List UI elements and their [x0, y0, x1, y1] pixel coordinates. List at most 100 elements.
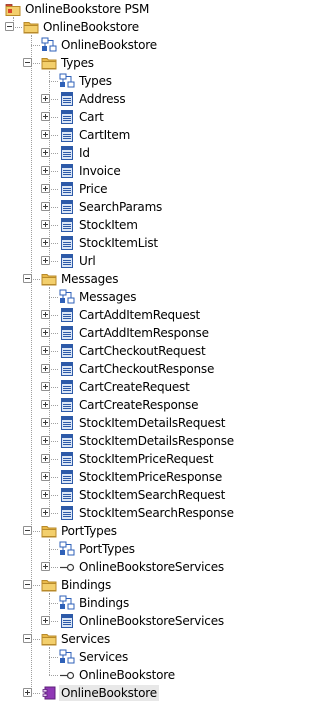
tree-item[interactable]: StockItemSearchRequest [0, 486, 261, 504]
tree-item[interactable]: Types [0, 72, 261, 90]
folder-icon [41, 577, 57, 593]
expand-toggle[interactable] [41, 616, 50, 625]
expand-toggle[interactable] [41, 148, 50, 157]
tree-item-label: Types [61, 56, 94, 70]
tree-item[interactable]: StockItemList [0, 234, 261, 252]
tree-item-label: Cart [79, 110, 104, 124]
expand-toggle[interactable] [41, 130, 50, 139]
tree-item[interactable]: CartAddItemRequest [0, 306, 261, 324]
tree-item[interactable]: SearchParams [0, 198, 261, 216]
expand-toggle[interactable] [41, 94, 50, 103]
expand-toggle[interactable] [41, 418, 50, 427]
folder-icon [41, 631, 57, 647]
collapse-toggle[interactable] [23, 580, 32, 589]
tree-item[interactable]: StockItemDetailsResponse [0, 432, 261, 450]
collapse-toggle[interactable] [23, 526, 32, 535]
class-icon [59, 613, 75, 629]
tree-item-label: OnlineBookstore [59, 685, 159, 701]
expand-toggle[interactable] [41, 256, 50, 265]
tree-item[interactable]: OnlineBookstoreServices [0, 612, 261, 630]
tree-item[interactable]: CartCheckoutResponse [0, 360, 261, 378]
expand-toggle[interactable] [41, 436, 50, 445]
tree-item-label: StockItemSearchResponse [79, 506, 234, 520]
class-icon [59, 91, 75, 107]
tree-item[interactable]: OnlineBookstore PSM [0, 0, 261, 18]
tree-item[interactable]: OnlineBookstore [0, 18, 261, 36]
class-icon [59, 127, 75, 143]
tree-item[interactable]: Id [0, 144, 261, 162]
tree-item[interactable]: OnlineBookstore [0, 666, 261, 684]
tree-item[interactable]: CartAddItemResponse [0, 324, 261, 342]
tree-item-label: StockItemDetailsResponse [79, 434, 234, 448]
class-icon [59, 415, 75, 431]
expand-toggle[interactable] [41, 220, 50, 229]
tree-item[interactable]: PortTypes [0, 522, 261, 540]
expand-toggle[interactable] [41, 562, 50, 571]
tree-item[interactable]: CartCreateRequest [0, 378, 261, 396]
expand-toggle[interactable] [41, 364, 50, 373]
tree-item[interactable]: Invoice [0, 162, 261, 180]
class-icon [59, 325, 75, 341]
tree-item-label: StockItemPriceRequest [79, 452, 214, 466]
tree-item-label: CartCreateRequest [79, 380, 190, 394]
expand-toggle[interactable] [41, 382, 50, 391]
tree-item[interactable]: Messages [0, 288, 261, 306]
tree-item[interactable]: OnlineBookstoreServices [0, 558, 261, 576]
expand-toggle[interactable] [23, 688, 32, 697]
tree-item[interactable]: Types [0, 54, 261, 72]
tree-item-label: Address [79, 92, 126, 106]
tree-item[interactable]: StockItemSearchResponse [0, 504, 261, 522]
class-icon [59, 199, 75, 215]
tree-item[interactable]: StockItem [0, 216, 261, 234]
class-icon [59, 343, 75, 359]
collapse-toggle[interactable] [23, 58, 32, 67]
tree-item[interactable]: Cart [0, 108, 261, 126]
expand-toggle[interactable] [41, 400, 50, 409]
tree-item[interactable]: StockItemDetailsRequest [0, 414, 261, 432]
collapse-toggle[interactable] [23, 274, 32, 283]
tree-item[interactable]: Services [0, 648, 261, 666]
tree-item-label: CartCreateResponse [79, 398, 199, 412]
expand-toggle[interactable] [41, 454, 50, 463]
class-icon [59, 145, 75, 161]
tree-item[interactable]: Services [0, 630, 261, 648]
expand-toggle[interactable] [41, 490, 50, 499]
tree-item[interactable]: Bindings [0, 594, 261, 612]
tree-item[interactable]: Address [0, 90, 261, 108]
expand-toggle[interactable] [41, 202, 50, 211]
tree-item[interactable]: StockItemPriceResponse [0, 468, 261, 486]
tree-item-label: Bindings [61, 578, 111, 592]
collapse-toggle[interactable] [23, 634, 32, 643]
tree-item[interactable]: Messages [0, 270, 261, 288]
class-icon [59, 253, 75, 269]
tree-item[interactable]: Price [0, 180, 261, 198]
tree-item[interactable]: OnlineBookstore [0, 36, 261, 54]
tree-item-label: StockItemSearchRequest [79, 488, 226, 502]
tree-item[interactable]: Bindings [0, 576, 261, 594]
expand-toggle[interactable] [41, 112, 50, 121]
expand-toggle[interactable] [41, 184, 50, 193]
tree-item-label: SearchParams [79, 200, 163, 214]
expand-toggle[interactable] [41, 346, 50, 355]
class-icon [59, 361, 75, 377]
tree-item-label: PortTypes [79, 542, 135, 556]
tree-item[interactable]: CartCreateResponse [0, 396, 261, 414]
tree-item[interactable]: CartCheckoutRequest [0, 342, 261, 360]
tree-item[interactable]: OnlineBookstore [0, 684, 261, 702]
tree-item-label: CartCheckoutResponse [79, 362, 215, 376]
class-icon [59, 433, 75, 449]
expand-toggle[interactable] [41, 472, 50, 481]
collapse-toggle[interactable] [5, 22, 14, 31]
expand-toggle[interactable] [41, 166, 50, 175]
tree-item-label: Invoice [79, 164, 121, 178]
tree-item[interactable]: Url [0, 252, 261, 270]
expand-toggle[interactable] [41, 310, 50, 319]
expand-toggle[interactable] [41, 508, 50, 517]
expand-toggle[interactable] [41, 328, 50, 337]
tree-item[interactable]: StockItemPriceRequest [0, 450, 261, 468]
tree-item[interactable]: CartItem [0, 126, 261, 144]
tree-item[interactable]: PortTypes [0, 540, 261, 558]
expand-toggle[interactable] [41, 238, 50, 247]
class-icon [59, 181, 75, 197]
tree-item-label: Url [79, 254, 96, 268]
